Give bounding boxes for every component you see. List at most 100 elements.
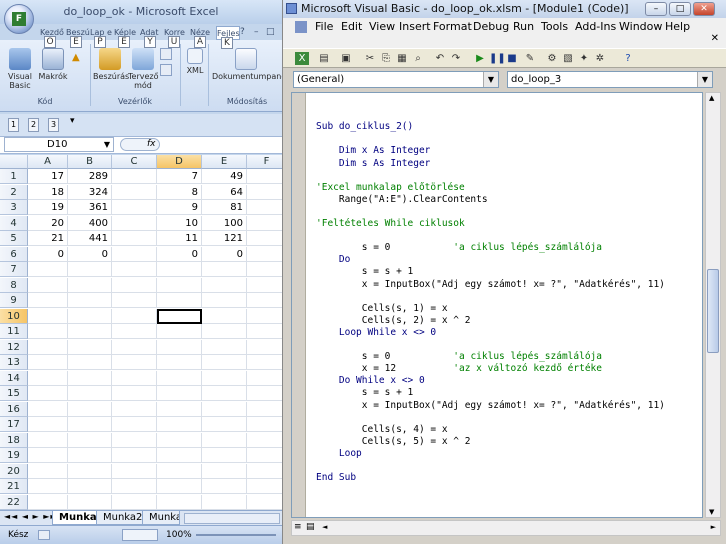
cell[interactable] — [112, 386, 157, 401]
cell[interactable] — [112, 417, 157, 432]
cell[interactable] — [28, 417, 68, 432]
cell[interactable] — [247, 324, 282, 339]
cell[interactable]: 18 — [28, 184, 68, 200]
reset-icon[interactable]: ■ — [505, 52, 519, 65]
cell[interactable] — [202, 448, 247, 463]
cell[interactable]: 8 — [157, 184, 202, 200]
cell[interactable] — [202, 262, 247, 277]
cell[interactable] — [68, 463, 112, 479]
design-mode-button[interactable]: Tervező mód — [128, 48, 159, 90]
row-header[interactable]: 2 — [0, 184, 28, 200]
insert-module-icon[interactable]: ▤ — [317, 52, 331, 65]
cell[interactable] — [28, 308, 68, 324]
menu-item[interactable]: Window — [619, 18, 662, 36]
cell[interactable] — [247, 216, 282, 231]
cell[interactable]: 324 — [68, 184, 112, 200]
code-line[interactable]: Cells(s, 5) = x ^ 2 — [316, 436, 471, 448]
cell[interactable] — [157, 339, 202, 355]
code-line[interactable]: End Sub — [316, 472, 356, 484]
toolbox-icon[interactable]: ✲ — [593, 52, 607, 65]
cell[interactable] — [28, 277, 68, 293]
row-header[interactable]: 21 — [0, 479, 28, 494]
cell[interactable]: 9 — [157, 200, 202, 215]
name-box[interactable]: D10 ▼ — [4, 137, 114, 152]
column-header[interactable]: B — [68, 155, 112, 169]
row-header[interactable]: 7 — [0, 262, 28, 277]
sheet-navigation-icon[interactable]: ◄◄ ◄ ► ►► — [4, 512, 58, 521]
code-editor[interactable]: Sub do_ciklus_2() Dim x As Integer Dim s… — [291, 92, 703, 518]
cell[interactable] — [202, 277, 247, 293]
cell[interactable]: 0 — [68, 246, 112, 262]
scroll-right-icon[interactable]: ► — [711, 523, 716, 531]
code-line[interactable]: Dim x As Integer — [316, 145, 431, 157]
cell[interactable] — [247, 185, 282, 200]
view-excel-icon[interactable]: X — [295, 52, 309, 65]
row-header[interactable]: 12 — [0, 339, 28, 355]
horizontal-scrollbar[interactable] — [184, 513, 280, 524]
office-button[interactable]: F — [4, 4, 34, 34]
cell[interactable] — [247, 278, 282, 293]
insert-control-button[interactable]: Beszúrás — [93, 48, 129, 81]
cell[interactable] — [28, 401, 68, 417]
close-icon[interactable]: ✕ — [711, 33, 719, 44]
cell[interactable] — [68, 277, 112, 293]
cell[interactable] — [247, 433, 282, 448]
code-line[interactable]: Loop — [316, 448, 362, 460]
active-cell[interactable] — [157, 308, 202, 324]
cell[interactable] — [28, 386, 68, 401]
cell[interactable] — [28, 432, 68, 448]
cell[interactable] — [247, 262, 282, 277]
code-line[interactable]: Range("A:E").ClearContents — [316, 194, 488, 206]
cell[interactable] — [157, 432, 202, 448]
cell[interactable] — [28, 370, 68, 386]
cell[interactable] — [157, 448, 202, 463]
cell[interactable] — [68, 262, 112, 277]
code-line[interactable]: Do While x <> 0 — [316, 375, 425, 387]
ribbon-tab[interactable]: Fejles K — [216, 26, 240, 49]
cell[interactable] — [247, 169, 282, 184]
row-header[interactable]: 13 — [0, 355, 28, 370]
ribbon-tab[interactable]: Korre U — [164, 26, 188, 48]
cell[interactable] — [28, 262, 68, 277]
cell[interactable] — [157, 401, 202, 417]
cell[interactable] — [157, 479, 202, 494]
cell[interactable] — [112, 277, 157, 293]
cell[interactable] — [157, 370, 202, 386]
row-header[interactable]: 15 — [0, 386, 28, 401]
qat-key-2[interactable]: 2 — [28, 118, 39, 132]
save-icon[interactable]: ▣ — [339, 52, 353, 65]
cell[interactable] — [157, 463, 202, 479]
cell[interactable] — [112, 448, 157, 463]
code-horizontal-scrollbar[interactable]: ≡ ▤ ◄ ► — [291, 520, 721, 536]
run-icon[interactable]: ▶ — [473, 52, 487, 65]
cell[interactable] — [202, 324, 247, 339]
cell[interactable] — [112, 200, 157, 215]
sheet-tab-munka3[interactable]: Munka3 — [142, 511, 180, 525]
paste-icon[interactable]: ▦ — [395, 52, 409, 65]
cell[interactable] — [202, 386, 247, 401]
qat-customize-icon[interactable]: ▾ — [70, 116, 75, 126]
cell[interactable] — [28, 448, 68, 463]
cell[interactable] — [68, 308, 112, 324]
chevron-down-icon[interactable]: ▼ — [104, 138, 110, 151]
menu-item[interactable]: Help — [665, 18, 690, 36]
row-header[interactable]: 19 — [0, 448, 28, 463]
macros-button[interactable]: Makrók — [38, 48, 68, 81]
select-all-corner[interactable] — [0, 155, 28, 169]
cell[interactable] — [28, 479, 68, 494]
cell[interactable] — [202, 355, 247, 370]
worksheet-grid[interactable]: A B C D E F 1 17 289 7 49 2 18 324 8 64 3 19 361 9 81 4 20 400 1… — [0, 155, 282, 510]
code-line[interactable]: Dim s As Integer — [316, 158, 431, 170]
record-macro-icon[interactable] — [38, 530, 50, 540]
cell[interactable] — [28, 339, 68, 355]
cell[interactable] — [112, 479, 157, 494]
cell[interactable] — [202, 401, 247, 417]
cell[interactable] — [112, 324, 157, 339]
cell[interactable]: 81 — [202, 200, 247, 215]
maximize-button[interactable]: □ — [669, 2, 691, 16]
code-line[interactable]: s = s + 1 — [316, 387, 413, 399]
code-line[interactable]: s = s + 1 — [316, 266, 413, 278]
code-line[interactable]: Do — [316, 254, 350, 266]
cell[interactable] — [157, 324, 202, 339]
row-header[interactable]: 22 — [0, 494, 28, 510]
